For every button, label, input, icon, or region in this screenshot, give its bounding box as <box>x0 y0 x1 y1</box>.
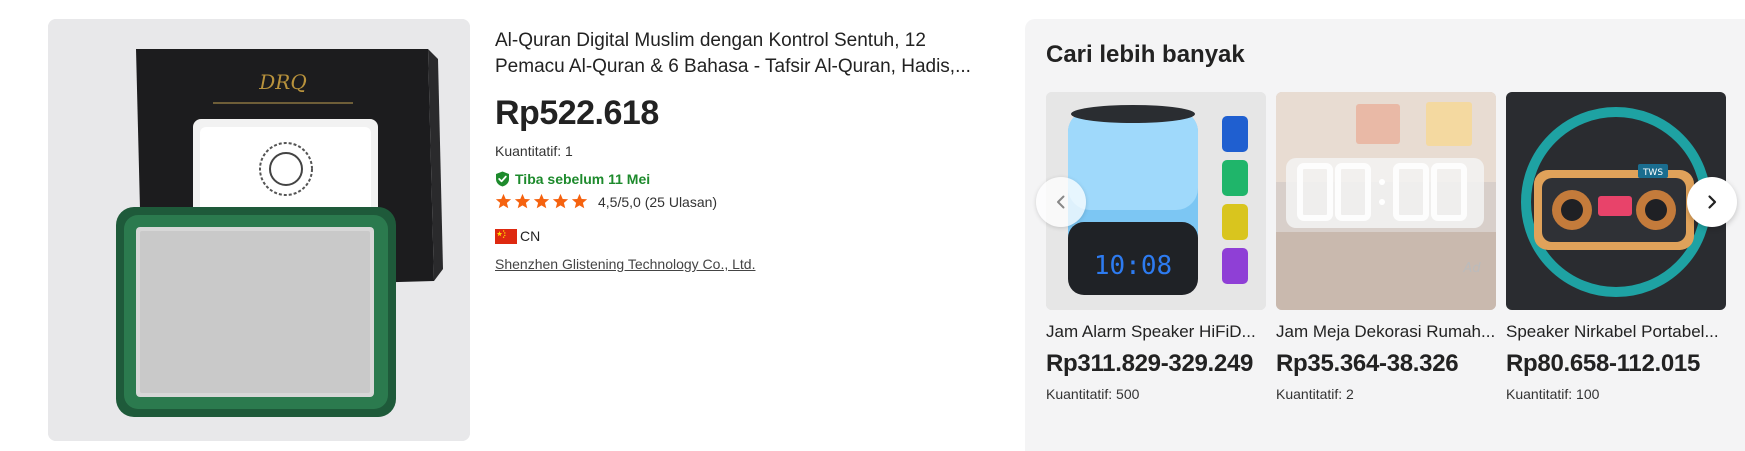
arrival-estimate: Tiba sebelum 11 Mei <box>495 171 995 187</box>
recommendation-name[interactable]: Jam Meja Dekorasi Rumah... <box>1276 322 1496 342</box>
star-icon <box>552 193 569 209</box>
recommendation-card[interactable]: 10:08 Jam Alarm Speaker HiFiD... Rp311.8… <box>1046 92 1266 402</box>
chevron-left-icon <box>1057 195 1065 209</box>
clock-display: 10:08 <box>1094 251 1172 281</box>
product-title[interactable]: Al-Quran Digital Muslim dengan Kontrol S… <box>495 28 995 80</box>
star-icon <box>495 193 512 209</box>
recommendations-title: Cari lebih banyak <box>1046 41 1245 68</box>
rating-text: 4,5/5,0 (25 Ulasan) <box>598 193 718 210</box>
recommendation-price: Rp311.829-329.249 <box>1046 350 1254 377</box>
seller-link[interactable]: Shenzhen Glistening Technology Co., Ltd. <box>495 256 755 272</box>
star-icon <box>533 193 550 209</box>
shield-check-icon <box>496 171 509 187</box>
product-main-image[interactable]: DRQ <box>48 19 470 441</box>
chevron-right-icon <box>1708 195 1717 209</box>
recommendation-quantity: Kuantitatif: 100 <box>1506 386 1600 402</box>
origin-code: CN <box>520 228 541 244</box>
arrival-text: Tiba sebelum 11 Mei <box>515 171 651 187</box>
product-origin: CN <box>495 228 995 244</box>
ad-badge: Ad <box>1462 261 1481 276</box>
recommendation-card[interactable]: Ad Jam Meja Dekorasi Rumah... Rp35.364-3… <box>1276 92 1496 402</box>
star-icon <box>571 193 588 209</box>
product-price: Rp522.618 <box>495 94 659 132</box>
recommendation-price: Rp80.658-112.015 <box>1506 350 1701 377</box>
recommendation-quantity: Kuantitatif: 2 <box>1276 386 1354 402</box>
recommendation-quantity: Kuantitatif: 500 <box>1046 386 1140 402</box>
product-rating[interactable]: 4,5/5,0 (25 Ulasan) <box>495 193 995 210</box>
rating-stars <box>495 193 588 210</box>
recommendation-name[interactable]: Jam Alarm Speaker HiFiD... <box>1046 322 1266 342</box>
recommendation-price: Rp35.364-38.326 <box>1276 350 1459 377</box>
recommendation-card[interactable]: TWS Speaker Nirkabel Portabel... Rp80.65… <box>1506 92 1726 402</box>
recommendations-panel: Cari lebih banyak 10:08 Jam Alarm Speake… <box>1025 19 1745 451</box>
product-quantity: Kuantitatif: 1 <box>495 143 573 159</box>
star-icon <box>514 193 531 209</box>
product-thumbnail[interactable]: Ad <box>1276 92 1496 310</box>
carousel-next-button[interactable] <box>1687 177 1737 227</box>
recommendation-name[interactable]: Speaker Nirkabel Portabel... <box>1506 322 1726 342</box>
carousel-prev-button[interactable] <box>1036 177 1086 227</box>
china-flag-icon <box>495 228 517 244</box>
tws-badge: TWS <box>1642 168 1663 178</box>
box-logo: DRQ <box>258 70 307 94</box>
